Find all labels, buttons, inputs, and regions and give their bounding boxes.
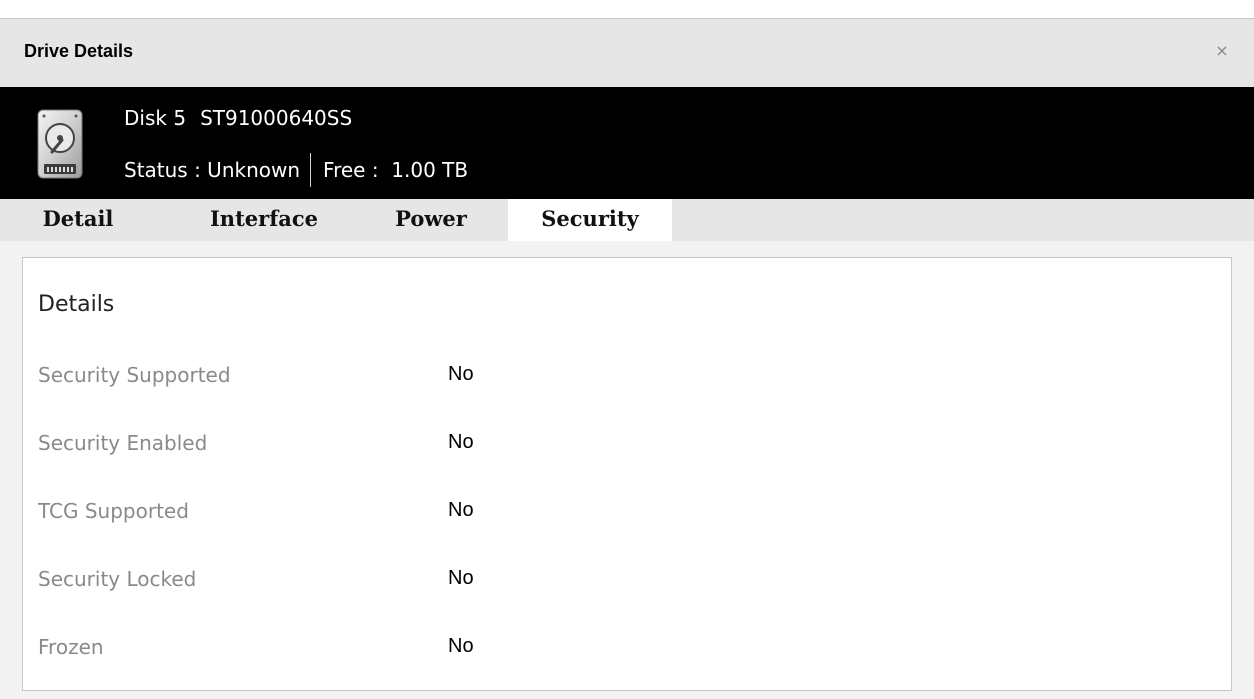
close-button[interactable]: × bbox=[1212, 41, 1232, 61]
property-value: No bbox=[448, 431, 474, 453]
drive-summary-header: Disk 5 ST91000640SS Status : Unknown Free… bbox=[0, 87, 1254, 199]
property-value: No bbox=[448, 499, 474, 521]
disk-number: 5 bbox=[173, 106, 187, 130]
drive-model: ST91000640SS bbox=[200, 106, 353, 130]
dialog-titlebar: Drive Details × bbox=[0, 19, 1254, 87]
property-label: TCG Supported bbox=[38, 499, 189, 523]
drive-details-dialog: Drive Details × Disk 5 ST91000640SS Stat… bbox=[0, 18, 1254, 699]
disk-label: Disk bbox=[124, 106, 167, 130]
property-row: TCG Supported No bbox=[38, 499, 638, 529]
property-row: Security Supported No bbox=[38, 363, 638, 393]
property-row: Security Locked No bbox=[38, 567, 638, 597]
tab-detail[interactable]: Detail bbox=[20, 199, 136, 241]
property-label: Security Locked bbox=[38, 567, 197, 591]
status-divider bbox=[310, 153, 312, 187]
drive-status: Status : Unknown bbox=[124, 158, 301, 182]
property-label: Frozen bbox=[38, 635, 104, 659]
drive-status-line: Status : Unknown Free : 1.00 TB bbox=[124, 153, 468, 187]
drive-free-space: Free : 1.00 TB bbox=[323, 158, 469, 182]
dialog-title: Drive Details bbox=[24, 41, 134, 61]
tab-strip: Detail Interface Power Security bbox=[0, 199, 1254, 241]
drive-identity: Disk 5 ST91000640SS bbox=[124, 106, 352, 130]
section-title: Details bbox=[38, 292, 115, 317]
property-label: Security Enabled bbox=[38, 431, 208, 455]
tab-security[interactable]: Security bbox=[508, 199, 672, 241]
close-icon: × bbox=[1215, 41, 1229, 60]
tab-power[interactable]: Power bbox=[376, 199, 486, 241]
security-panel: Details Security Supported No Security E… bbox=[22, 257, 1232, 691]
property-label: Security Supported bbox=[38, 363, 231, 387]
property-row: Security Enabled No bbox=[38, 431, 638, 461]
property-value: No bbox=[448, 363, 474, 385]
property-value: No bbox=[448, 635, 474, 657]
tab-interface[interactable]: Interface bbox=[184, 199, 344, 241]
property-value: No bbox=[448, 567, 474, 589]
hard-drive-icon bbox=[36, 108, 84, 180]
property-row: Frozen No bbox=[38, 635, 638, 665]
